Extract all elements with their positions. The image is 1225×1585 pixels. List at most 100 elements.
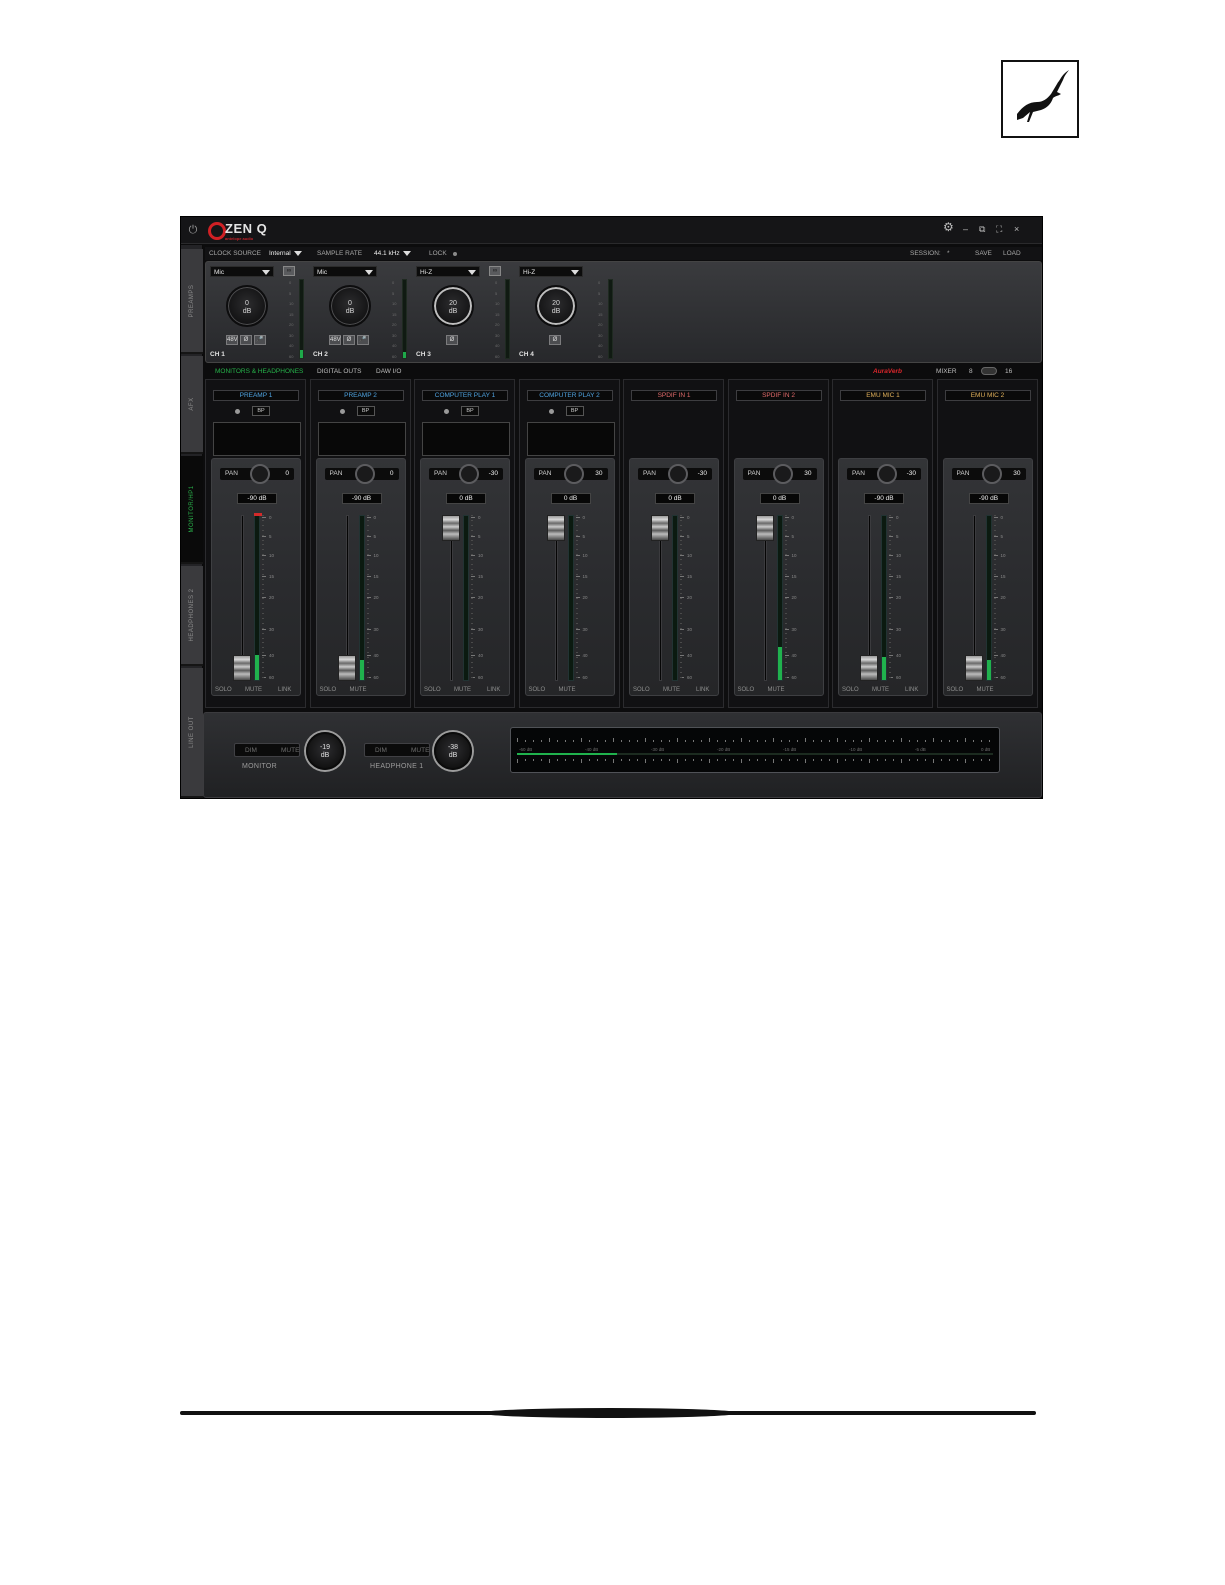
headphone-volume-knob[interactable]: -38 dB [434, 732, 472, 770]
close-icon[interactable]: × [1014, 224, 1019, 235]
preamp-gain-knob[interactable]: 20 dB [535, 285, 577, 327]
strip-bypass-button[interactable]: BP [565, 406, 584, 416]
preamp-gain-knob[interactable]: 20 dB [432, 285, 474, 327]
power-icon[interactable]: ⏻ [187, 224, 199, 236]
fader-db-value: -90 dB [864, 493, 904, 504]
mute-button[interactable]: MUTE [663, 687, 680, 693]
link-button[interactable]: LINK [905, 687, 918, 693]
mute-button[interactable]: MUTE [559, 687, 576, 693]
preamp-scale-label: 0 [598, 280, 601, 285]
strip-bypass-button[interactable]: BP [356, 406, 375, 416]
pan-knob[interactable] [250, 464, 270, 484]
solo-button[interactable]: SOLO [320, 687, 337, 693]
preamp-option-button[interactable]: Ø [343, 335, 355, 345]
solo-button[interactable]: SOLO [633, 687, 650, 693]
solo-button[interactable]: SOLO [215, 687, 232, 693]
monitor-volume-knob[interactable]: -19 dB [306, 732, 344, 770]
tab-monitors-headphones[interactable]: MONITORS & HEADPHONES [215, 368, 303, 375]
pan-knob[interactable] [668, 464, 688, 484]
mixer-16-option[interactable]: 16 [1005, 368, 1012, 375]
tab-digital-outs[interactable]: DIGITAL OUTS [317, 368, 361, 375]
volume-fader[interactable] [233, 655, 251, 681]
pan-knob[interactable] [563, 464, 584, 484]
strip-bypass-button[interactable]: BP [252, 406, 270, 416]
solo-button[interactable]: SOLO [424, 687, 441, 693]
sample-rate-select[interactable]: 44.1 kHz [374, 250, 411, 257]
mute-button[interactable]: MUTE [977, 687, 994, 693]
mute-button[interactable]: MUTE [350, 687, 367, 693]
pan-knob[interactable] [354, 464, 375, 484]
mixer-size-toggle[interactable] [981, 367, 997, 375]
preamp-option-button[interactable]: 48V [329, 335, 341, 345]
solo-button[interactable]: SOLO [529, 687, 546, 693]
preamp-gain-knob[interactable]: 0 dB [329, 285, 371, 327]
strip-level-meter [985, 515, 992, 681]
headphone-mute-button[interactable]: MUTE [411, 747, 429, 754]
tab-line-out[interactable]: LINE OUT [181, 668, 203, 798]
mute-button[interactable]: MUTE [768, 687, 785, 693]
volume-fader[interactable] [337, 655, 356, 681]
tab-headphones-2[interactable]: HEADPHONES 2 [181, 566, 203, 666]
headphone-dim-button[interactable]: DIM [375, 747, 387, 754]
preamp-option-button[interactable]: Ø [446, 335, 458, 345]
save-button[interactable]: SAVE [975, 250, 992, 257]
fullscreen-icon[interactable]: ⛶ [996, 224, 1002, 235]
preamp-option-button[interactable]: 🎤 [357, 335, 369, 345]
auraverb-button[interactable]: AuraVerb [873, 368, 902, 375]
mute-button[interactable]: MUTE [245, 687, 262, 693]
preamp-option-button[interactable]: Ø [549, 335, 561, 345]
pan-control: PAN 30 [951, 464, 1026, 484]
tab-afx[interactable]: AFX [181, 356, 203, 454]
preamp-option-button[interactable]: Ø [240, 335, 252, 345]
volume-fader[interactable] [964, 655, 983, 681]
strip-fx-slot[interactable] [317, 422, 406, 456]
zen-q-control-panel: ⏻ ZEN Qantelope audio ⚙ – ⧉ ⛶ × PREAMPS … [180, 216, 1043, 799]
strip-name: COMPUTER PLAY 2 [526, 390, 613, 401]
mixer-strip: PREAMP 2 BP PAN 0 -90 dB 0 5 10 15 20 30 40 60 SOLO MU… [309, 379, 411, 708]
tab-preamps[interactable]: PREAMPS [181, 249, 203, 354]
restore-window-icon[interactable]: ⧉ [979, 224, 985, 235]
monitor-mute-button[interactable]: MUTE [281, 747, 299, 754]
mixer-8-option[interactable]: 8 [969, 368, 973, 375]
minimize-icon[interactable]: – [963, 224, 968, 235]
output-level-meter: -60 dB -40 dB -30 dB -20 dB -15 dB -10 dB -5 d… [510, 727, 1000, 773]
solo-button[interactable]: SOLO [738, 687, 755, 693]
link-button[interactable]: LINK [696, 687, 709, 693]
preamp-option-button[interactable]: 48V [226, 335, 238, 345]
tab-monitor-hp1[interactable]: MONITOR/HP1 [181, 456, 203, 564]
mute-button[interactable]: MUTE [872, 687, 889, 693]
pan-knob[interactable] [877, 464, 897, 484]
solo-button[interactable]: SOLO [947, 687, 964, 693]
pan-knob[interactable] [459, 464, 479, 484]
tab-daw-io[interactable]: DAW I/O [376, 368, 401, 375]
volume-fader[interactable] [651, 515, 669, 541]
preamp-type-select[interactable]: Hi-Z [519, 266, 583, 277]
strip-bypass-button[interactable]: BP [461, 406, 479, 416]
link-channels-icon[interactable]: ∞ [283, 266, 295, 276]
pan-knob[interactable] [772, 464, 793, 484]
solo-button[interactable]: SOLO [842, 687, 859, 693]
mute-button[interactable]: MUTE [454, 687, 471, 693]
volume-fader[interactable] [755, 515, 774, 541]
link-button[interactable]: LINK [278, 687, 291, 693]
scale-label: 30 [373, 627, 379, 632]
preamp-gain-knob[interactable]: 0 dB [226, 285, 268, 327]
preamp-option-button[interactable]: 🎤 [254, 335, 266, 345]
monitor-dim-button[interactable]: DIM [245, 747, 257, 754]
preamp-type-select[interactable]: Mic [313, 266, 377, 277]
strip-fx-slot[interactable] [422, 422, 510, 456]
strip-fx-slot[interactable] [213, 422, 301, 456]
settings-gear-icon[interactable]: ⚙ [943, 221, 954, 233]
strip-fx-slot[interactable] [526, 422, 615, 456]
mixer-strip: COMPUTER PLAY 1 BP PAN -30 0 dB 0 5 10 15 20 30 40 6… [414, 379, 515, 708]
link-button[interactable]: LINK [487, 687, 500, 693]
volume-fader[interactable] [860, 655, 878, 681]
preamp-type-select[interactable]: Mic [210, 266, 274, 277]
volume-fader[interactable] [442, 515, 460, 541]
pan-knob[interactable] [981, 464, 1002, 484]
link-channels-icon[interactable]: ∞ [489, 266, 501, 276]
load-button[interactable]: LOAD [1003, 250, 1021, 257]
clock-source-select[interactable]: Internal [269, 250, 302, 257]
preamp-type-select[interactable]: Hi-Z [416, 266, 480, 277]
volume-fader[interactable] [546, 515, 565, 541]
